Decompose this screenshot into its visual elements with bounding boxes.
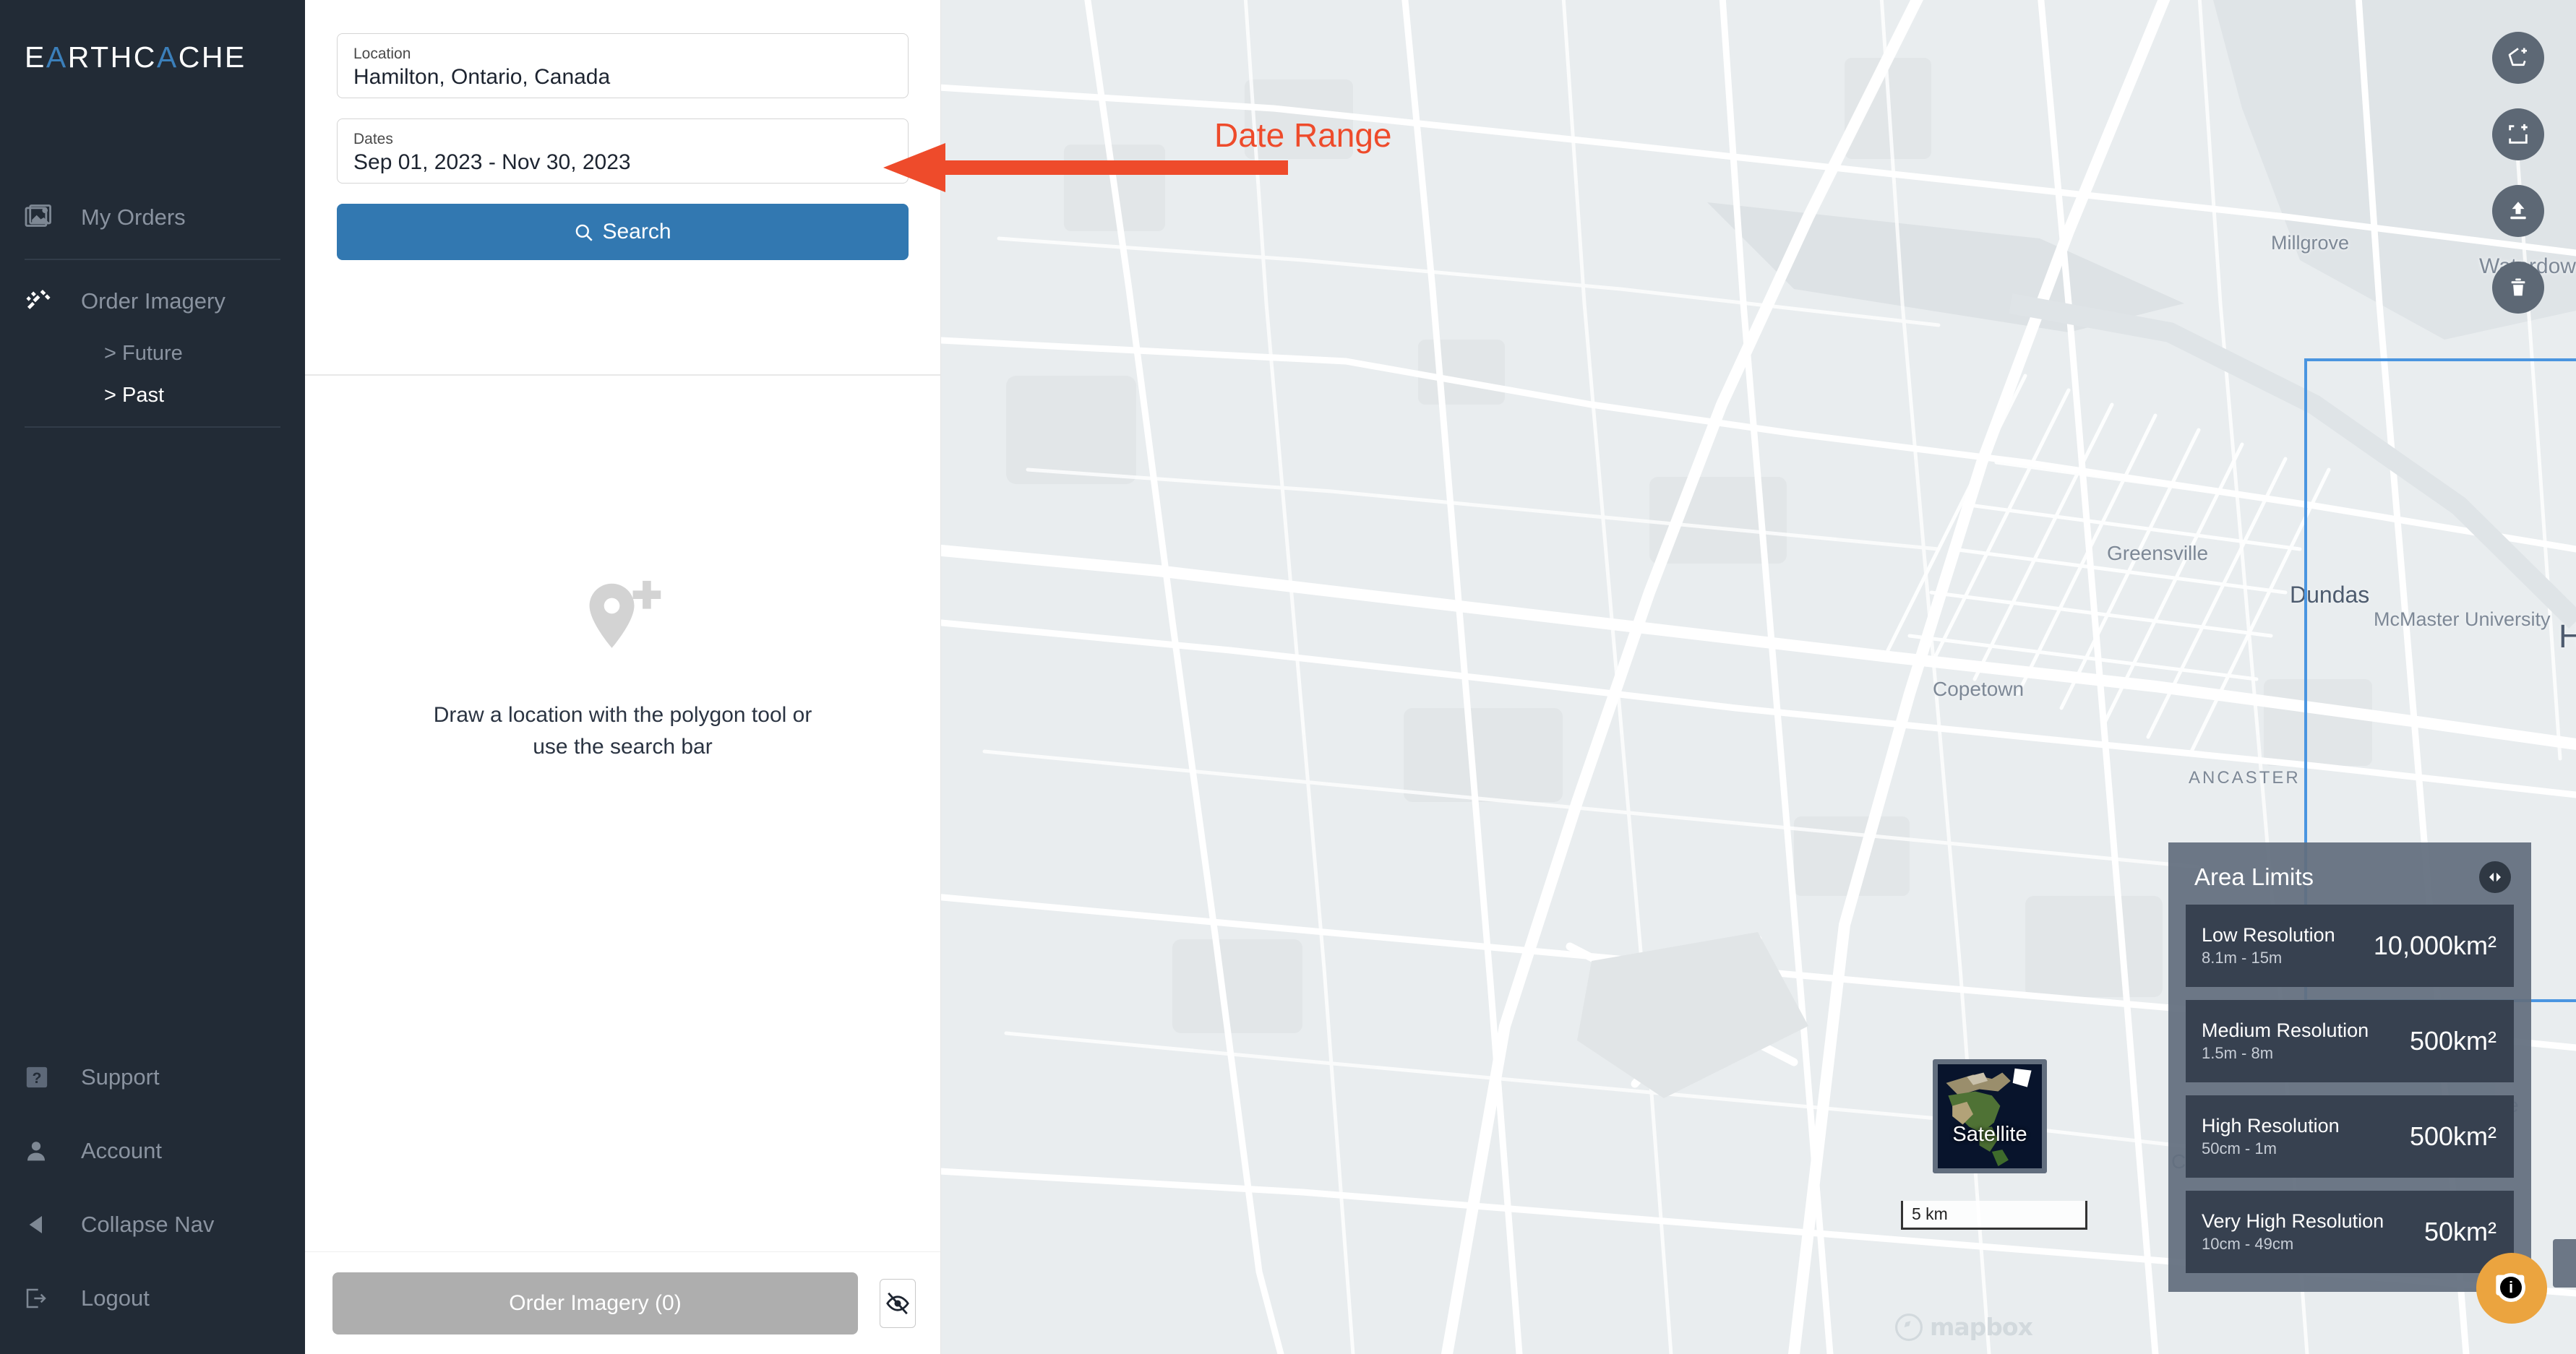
brand-logo: EARTHCACHE — [0, 0, 305, 74]
satellite-thumbnail-image — [1938, 1064, 2042, 1168]
sidebar-item-label: My Orders — [81, 204, 186, 230]
add-location-pin-icon — [580, 578, 666, 665]
area-limit-row: Low Resolution 8.1m - 15m 10,000km² — [2186, 905, 2514, 987]
area-limit-range: 1.5m - 8m — [2202, 1044, 2274, 1062]
map-canvas[interactable]: HEADON FOREST Millgrove Waterdown Burlin… — [941, 0, 2576, 1354]
search-panel-top: Location Hamilton, Ontario, Canada Dates… — [305, 0, 940, 260]
location-value: Hamilton, Ontario, Canada — [353, 65, 611, 89]
upload-icon — [2506, 199, 2530, 223]
sidebar-item-collapse-nav[interactable]: Collapse Nav — [0, 1188, 305, 1262]
area-limit-range: 50cm - 1m — [2202, 1139, 2277, 1157]
map-tools — [2492, 32, 2544, 314]
area-limit-value: 10,000km² — [2373, 931, 2496, 960]
sidebar-nav: My Orders Order Imagery > Future > Past — [0, 186, 305, 428]
trash-icon — [2507, 276, 2529, 299]
sidebar-item-label: Order Imagery — [81, 288, 226, 314]
panel-divider — [305, 374, 940, 376]
date-range-input[interactable]: Dates Sep 01, 2023 - Nov 30, 2023 — [337, 118, 909, 184]
area-limits-panel: Area Limits Low Resolution 8.1m - 15m 10… — [2168, 842, 2531, 1292]
sidebar-divider-1 — [25, 259, 280, 260]
upload-aoi-tool[interactable] — [2492, 185, 2544, 237]
draw-polygon-tool[interactable] — [2492, 32, 2544, 84]
area-limits-title: Area Limits — [2194, 863, 2314, 890]
area-limit-range: 10cm - 49cm — [2202, 1235, 2294, 1253]
dates-value: Sep 01, 2023 - Nov 30, 2023 — [353, 150, 631, 174]
area-limit-name: High Resolution — [2202, 1115, 2340, 1137]
earthcache-app: EARTHCACHE My Orders Order Imagery > Fut… — [0, 0, 2576, 1354]
basemap-label: Satellite — [1952, 1123, 2027, 1146]
info-icon: i — [2500, 1277, 2522, 1298]
area-limit-value: 50km² — [2423, 1217, 2496, 1246]
location-input[interactable]: Location Hamilton, Ontario, Canada — [337, 33, 909, 98]
dates-label: Dates — [353, 131, 393, 147]
sidebar-item-support[interactable]: ? Support — [0, 1040, 305, 1114]
area-limit-value: 500km² — [2409, 1121, 2496, 1151]
area-limits-header: Area Limits — [2186, 858, 2514, 905]
intercom-launcher[interactable]: i — [2476, 1253, 2547, 1324]
basemap-switcher[interactable]: Satellite — [1933, 1059, 2047, 1173]
left-caret-icon — [25, 1212, 66, 1237]
eye-slash-icon — [885, 1291, 910, 1316]
sidebar-item-account[interactable]: Account — [0, 1114, 305, 1188]
sidebar-item-label: Account — [81, 1138, 163, 1163]
area-limit-name: Low Resolution — [2202, 924, 2335, 946]
sidebar-item-logout[interactable]: Logout — [0, 1262, 305, 1335]
area-limit-name: Very High Resolution — [2202, 1210, 2384, 1232]
delete-aoi-tool[interactable] — [2492, 262, 2544, 314]
location-label: Location — [353, 46, 411, 62]
brand-part-2: RTHC — [67, 40, 157, 74]
order-imagery-button[interactable]: Order Imagery (0) — [332, 1272, 858, 1334]
empty-state-line-2: use the search bar — [533, 735, 713, 759]
sidebar-subitem-past[interactable]: > Past — [0, 374, 305, 416]
area-limit-row: Very High Resolution 10cm - 49cm 50km² — [2186, 1191, 2514, 1273]
sidebar-nav-bottom: ? Support Account Collapse Nav Logout — [0, 1040, 305, 1335]
search-button[interactable]: Search — [337, 204, 909, 260]
map-scale-bar: 5 km — [1901, 1201, 2087, 1230]
toggle-visibility-button[interactable] — [880, 1278, 916, 1328]
empty-state: Draw a location with the polygon tool or… — [305, 578, 940, 763]
draw-rectangle-tool[interactable] — [2492, 108, 2544, 160]
area-limit-name: Medium Resolution — [2202, 1019, 2369, 1041]
empty-state-text: Draw a location with the polygon tool or… — [421, 699, 825, 763]
sidebar-item-my-orders[interactable]: My Orders — [0, 186, 305, 249]
sidebar-divider-2 — [25, 426, 280, 428]
mapbox-attribution[interactable]: mapbox — [1895, 1313, 2033, 1341]
satellite-icon — [25, 289, 66, 314]
mapbox-wordmark: mapbox — [1930, 1313, 2033, 1341]
search-panel: Location Hamilton, Ontario, Canada Dates… — [305, 0, 941, 1354]
collapse-arrows-icon[interactable] — [2479, 861, 2511, 893]
sidebar-item-label: Support — [81, 1064, 160, 1090]
logout-icon — [25, 1287, 66, 1310]
svg-text:?: ? — [33, 1069, 42, 1087]
brand-part-3: CHE — [178, 40, 246, 74]
intercom-info-badge[interactable]: i — [2496, 1273, 2525, 1302]
sidebar-item-order-imagery[interactable]: Order Imagery — [0, 270, 305, 332]
area-limit-row: Medium Resolution 1.5m - 8m 500km² — [2186, 1000, 2514, 1082]
sidebar-subitem-label: > Past — [104, 383, 165, 407]
brand-accent-1: A — [46, 40, 68, 74]
question-mark-icon: ? — [25, 1065, 66, 1090]
magnifier-icon — [574, 223, 593, 242]
person-icon — [25, 1139, 66, 1163]
area-limit-row: High Resolution 50cm - 1m 500km² — [2186, 1095, 2514, 1178]
panel-footer: Order Imagery (0) — [305, 1251, 940, 1354]
polygon-area-chip: Polygon Area: 272.526 km² — [2553, 1239, 2576, 1288]
sidebar-item-label: Logout — [81, 1285, 150, 1311]
sidebar-subitem-label: > Future — [104, 341, 183, 365]
brand-part-1: E — [25, 40, 46, 74]
empty-state-line-1: Draw a location with the polygon tool or — [433, 703, 812, 727]
sidebar: EARTHCACHE My Orders Order Imagery > Fut… — [0, 0, 305, 1354]
polygon-plus-icon — [2505, 45, 2531, 71]
image-icon — [25, 204, 66, 230]
area-limit-value: 500km² — [2409, 1026, 2496, 1056]
mapbox-logo-icon — [1895, 1313, 1923, 1341]
rectangle-plus-icon — [2506, 122, 2530, 147]
search-button-label: Search — [602, 220, 671, 243]
brand-accent-2: A — [156, 40, 179, 74]
area-limit-range: 8.1m - 15m — [2202, 949, 2283, 967]
sidebar-item-label: Collapse Nav — [81, 1212, 215, 1237]
sidebar-subitem-future[interactable]: > Future — [0, 332, 305, 374]
